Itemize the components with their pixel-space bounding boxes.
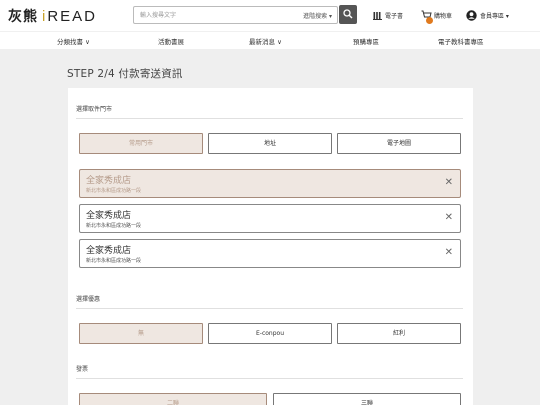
search-box: 進階搜索 ▾ xyxy=(133,6,338,24)
store-address: 新北市永和區成功路一段 xyxy=(86,188,142,194)
store-name: 全家秀成店 xyxy=(86,246,132,256)
store-option[interactable]: 全家秀成店 新北市永和區成功路一段 ✕ xyxy=(79,204,461,233)
logo-chinese-text: 灰熊 xyxy=(8,9,38,25)
search-input[interactable] xyxy=(140,10,290,21)
ebook-icon xyxy=(373,11,382,20)
divider xyxy=(76,378,463,379)
logo-english-text: iREAD xyxy=(42,8,97,25)
store-name: 全家秀成店 xyxy=(86,176,132,186)
nav-book-fair[interactable]: 活動書展 xyxy=(158,36,184,46)
nav-category-search[interactable]: 分類找書 ∨ xyxy=(57,36,90,46)
tab-frequent-stores[interactable]: 常用門市 xyxy=(79,133,203,154)
page-title: STEP 2/4 付款寄送資訊 xyxy=(67,68,183,80)
user-icon xyxy=(466,9,477,21)
site-logo[interactable]: 灰熊 iREAD xyxy=(8,6,97,25)
main-nav: 分類找書 ∨ 活動書展 最新消息 ∨ 預購專區 電子教科書專區 xyxy=(0,31,540,49)
close-icon[interactable]: ✕ xyxy=(445,178,453,188)
invoice-section-label: 發票 xyxy=(76,366,89,373)
cart-link[interactable]: 購物車 xyxy=(421,8,453,24)
cart-label: 購物車 xyxy=(434,12,453,20)
store-option[interactable]: 全家秀成店 新北市永和區成功路一段 ✕ xyxy=(79,169,461,198)
close-icon[interactable]: ✕ xyxy=(445,248,453,258)
divider xyxy=(76,308,463,309)
top-header: 灰熊 iREAD 進階搜索 ▾ 電子書 購物車 xyxy=(0,0,540,31)
nav-e-textbook[interactable]: 電子教科書專區 xyxy=(438,36,484,46)
store-address: 新北市永和區成功路一段 xyxy=(86,258,142,264)
discount-none-button[interactable]: 無 xyxy=(79,323,203,344)
ebook-label: 電子書 xyxy=(385,12,404,20)
member-label: 會員專區 ▾ xyxy=(480,12,509,20)
ebook-link[interactable]: 電子書 xyxy=(373,8,403,22)
logo-english-rest: READ xyxy=(47,8,98,25)
tab-address[interactable]: 地址 xyxy=(208,133,332,154)
advanced-search-dropdown[interactable]: 進階搜索 ▾ xyxy=(303,11,332,20)
close-icon[interactable]: ✕ xyxy=(445,213,453,223)
store-option[interactable]: 全家秀成店 新北市永和區成功路一段 ✕ xyxy=(79,239,461,268)
cart-icon-wrap xyxy=(421,10,433,24)
discount-section-label: 選擇優惠 xyxy=(76,296,101,303)
invoice-triplicate-button[interactable]: 三聯 xyxy=(273,393,461,405)
nav-preorder[interactable]: 預購專區 xyxy=(353,36,379,46)
discount-ecoupon-button[interactable]: E-conpou xyxy=(208,323,332,344)
tab-map[interactable]: 電子地圖 xyxy=(337,133,461,154)
store-address: 新北市永和區成功路一段 xyxy=(86,223,142,229)
search-button[interactable] xyxy=(339,5,357,24)
nav-latest-news[interactable]: 最新消息 ∨ xyxy=(249,36,282,46)
cart-badge xyxy=(426,16,433,24)
member-menu[interactable]: 會員專區 ▾ xyxy=(466,8,509,22)
store-name: 全家秀成店 xyxy=(86,211,132,221)
divider xyxy=(76,118,463,119)
invoice-duplicate-button[interactable]: 二聯 xyxy=(79,393,267,405)
discount-bonus-button[interactable]: 紅利 xyxy=(337,323,461,344)
pickup-section-label: 選擇取件門市 xyxy=(76,106,113,113)
checkout-form-card: 選擇取件門市 常用門市 地址 電子地圖 全家秀成店 新北市永和區成功路一段 ✕ … xyxy=(68,88,473,405)
search-icon xyxy=(343,9,353,19)
